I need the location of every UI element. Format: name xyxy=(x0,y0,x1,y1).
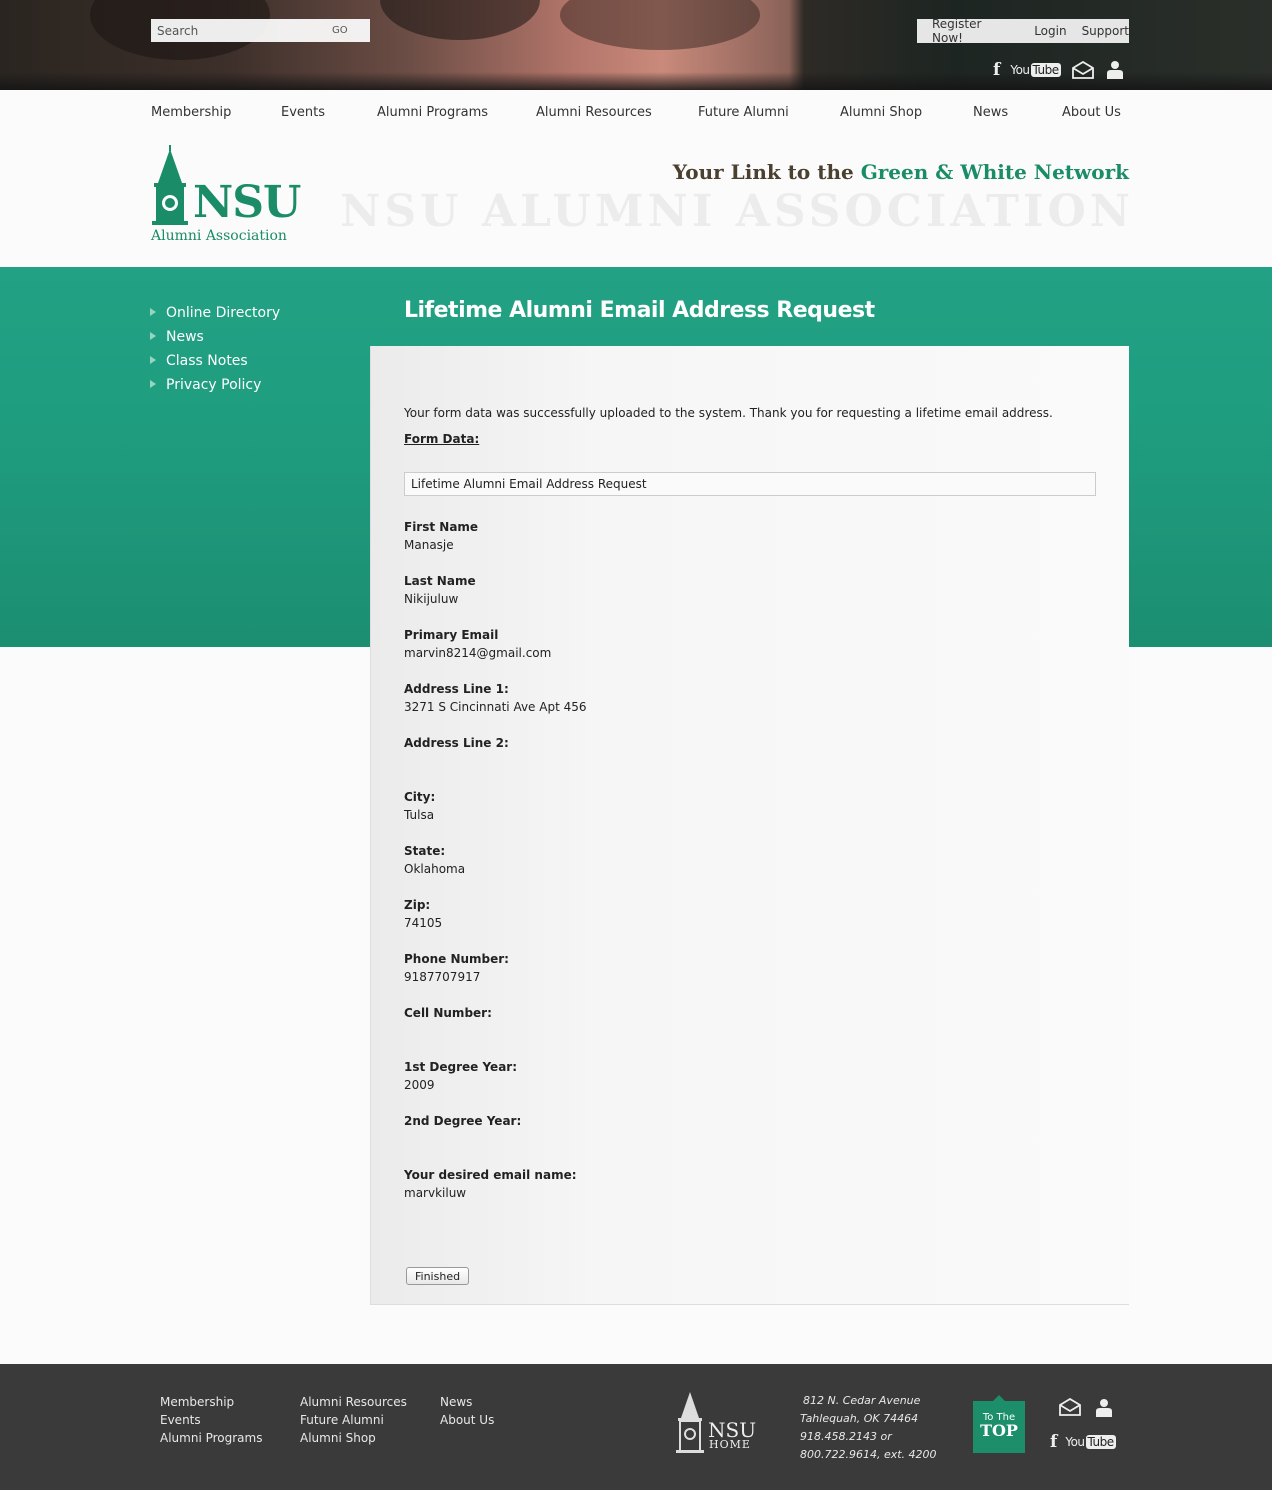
success-message: Your form data was successfully uploaded… xyxy=(404,406,1053,420)
field-address-line-1: Address Line 1: 3271 S Cincinnati Ave Apt… xyxy=(404,682,587,714)
footer-link-about-us[interactable]: About Us xyxy=(440,1413,494,1431)
facebook-icon[interactable]: f xyxy=(993,60,1000,80)
clock-tower-icon xyxy=(676,1392,704,1453)
search-box: GO xyxy=(151,19,370,42)
arrow-right-icon xyxy=(150,380,156,388)
field-state: State: Oklahoma xyxy=(404,844,466,876)
logo-subtitle: Alumni Association xyxy=(151,228,287,244)
support-link[interactable]: Support xyxy=(1082,24,1129,38)
register-link[interactable]: Register Now! xyxy=(932,17,1014,45)
main-nav: Membership Events Alumni Programs Alumni… xyxy=(0,90,1272,138)
top-banner: GO Register Now! Login Support f YouTube xyxy=(0,0,1272,90)
field-zip: Zip: 74105 xyxy=(404,898,443,930)
nav-alumni-programs[interactable]: Alumni Programs xyxy=(377,105,488,120)
search-go-button[interactable]: GO xyxy=(332,25,348,36)
header-tagline: Your Link to the Green & White Network xyxy=(672,160,1129,184)
page-title: Lifetime Alumni Email Address Request xyxy=(404,298,875,323)
footer-link-membership[interactable]: Membership xyxy=(160,1395,262,1413)
arrow-right-icon xyxy=(150,332,156,340)
footer-link-events[interactable]: Events xyxy=(160,1413,262,1431)
field-city: City: Tulsa xyxy=(404,790,436,822)
youtube-icon[interactable]: You Tube xyxy=(1010,63,1061,77)
field-last-name: Last Name Nikijuluw xyxy=(404,574,476,606)
footer-link-news[interactable]: News xyxy=(440,1395,494,1413)
nav-alumni-shop[interactable]: Alumni Shop xyxy=(840,105,922,120)
utility-bar: Register Now! Login Support xyxy=(917,17,1129,45)
nav-alumni-resources[interactable]: Alumni Resources xyxy=(536,105,652,120)
field-2nd-degree-year: 2nd Degree Year: xyxy=(404,1114,522,1128)
finished-button[interactable]: Finished xyxy=(406,1267,470,1285)
person-icon[interactable] xyxy=(1094,1398,1114,1418)
footer: Membership Events Alumni Programs Alumni… xyxy=(0,1364,1272,1490)
footer-social-links xyxy=(1058,1398,1114,1418)
form-title-box: Lifetime Alumni Email Address Request xyxy=(404,472,1096,496)
nav-events[interactable]: Events xyxy=(281,105,325,120)
header-watermark: NSU ALUMNI ASSOCIATION xyxy=(340,186,1134,237)
header-social-links: f You Tube xyxy=(993,60,1125,80)
banner-tree-silhouette xyxy=(560,0,760,50)
content-panel: Your form data was successfully uploaded… xyxy=(370,346,1129,1305)
footer-links-col-1: Membership Events Alumni Programs xyxy=(160,1395,262,1449)
banner-tree-silhouette xyxy=(380,0,540,40)
arrow-right-icon xyxy=(150,308,156,316)
to-the-top-button[interactable]: To The TOP xyxy=(973,1395,1025,1453)
footer-links-col-2: Alumni Resources Future Alumni Alumni Sh… xyxy=(300,1395,407,1449)
search-input[interactable] xyxy=(151,23,326,38)
nsu-alumni-logo[interactable]: NSU Alumni Association xyxy=(150,145,320,250)
nsu-home-link[interactable]: NSU HOME xyxy=(675,1392,765,1454)
sidebar-item-news[interactable]: News xyxy=(150,325,280,349)
arrow-right-icon xyxy=(150,356,156,364)
nav-future-alumni[interactable]: Future Alumni xyxy=(698,105,789,120)
footer-link-alumni-programs[interactable]: Alumni Programs xyxy=(160,1431,262,1449)
form-data-label: Form Data: xyxy=(404,432,480,446)
footer-social-links-2: f You Tube xyxy=(1050,1432,1116,1452)
field-first-name: First Name Manasje xyxy=(404,520,479,552)
footer-link-future-alumni[interactable]: Future Alumni xyxy=(300,1413,407,1431)
sidebar-item-class-notes[interactable]: Class Notes xyxy=(150,349,280,373)
footer-address: 812 N. Cedar Avenue Tahlequah, OK 74464 … xyxy=(800,1394,937,1461)
clock-tower-icon xyxy=(152,145,188,225)
field-address-line-2: Address Line 2: xyxy=(404,736,509,750)
field-phone-number: Phone Number: 9187707917 xyxy=(404,952,509,984)
footer-link-alumni-resources[interactable]: Alumni Resources xyxy=(300,1395,407,1413)
facebook-icon[interactable]: f xyxy=(1050,1432,1057,1452)
envelope-icon[interactable] xyxy=(1058,1398,1082,1418)
youtube-icon[interactable]: You Tube xyxy=(1065,1435,1116,1449)
field-cell-number: Cell Number: xyxy=(404,1006,492,1020)
logo-nsu-text: NSU xyxy=(193,177,301,228)
sidebar-item-online-directory[interactable]: Online Directory xyxy=(150,301,280,325)
sidebar-nav: Online Directory News Class Notes Privac… xyxy=(150,301,280,397)
person-icon[interactable] xyxy=(1105,60,1125,80)
sidebar-item-privacy-policy[interactable]: Privacy Policy xyxy=(150,373,280,397)
envelope-icon[interactable] xyxy=(1071,61,1095,79)
field-primary-email: Primary Email marvin8214@gmail.com xyxy=(404,628,552,660)
nav-news[interactable]: News xyxy=(973,105,1008,120)
nav-membership[interactable]: Membership xyxy=(151,105,231,120)
footer-links-col-3: News About Us xyxy=(440,1395,494,1431)
field-1st-degree-year: 1st Degree Year: 2009 xyxy=(404,1060,518,1092)
nav-about-us[interactable]: About Us xyxy=(1062,105,1121,120)
footer-link-alumni-shop[interactable]: Alumni Shop xyxy=(300,1431,407,1449)
login-link[interactable]: Login xyxy=(1034,24,1066,38)
field-desired-email-name: Your desired email name: marvkiluw xyxy=(404,1168,577,1200)
